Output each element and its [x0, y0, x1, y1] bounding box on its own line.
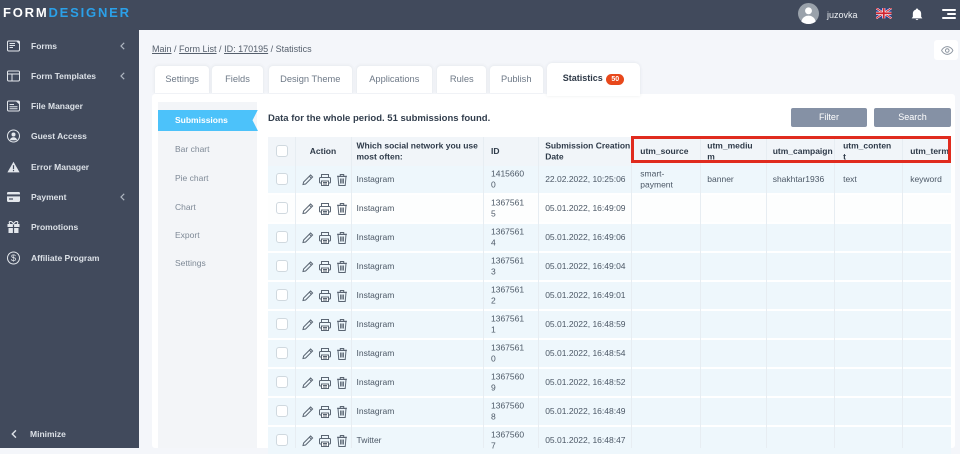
- svg-text:$: $: [11, 253, 16, 263]
